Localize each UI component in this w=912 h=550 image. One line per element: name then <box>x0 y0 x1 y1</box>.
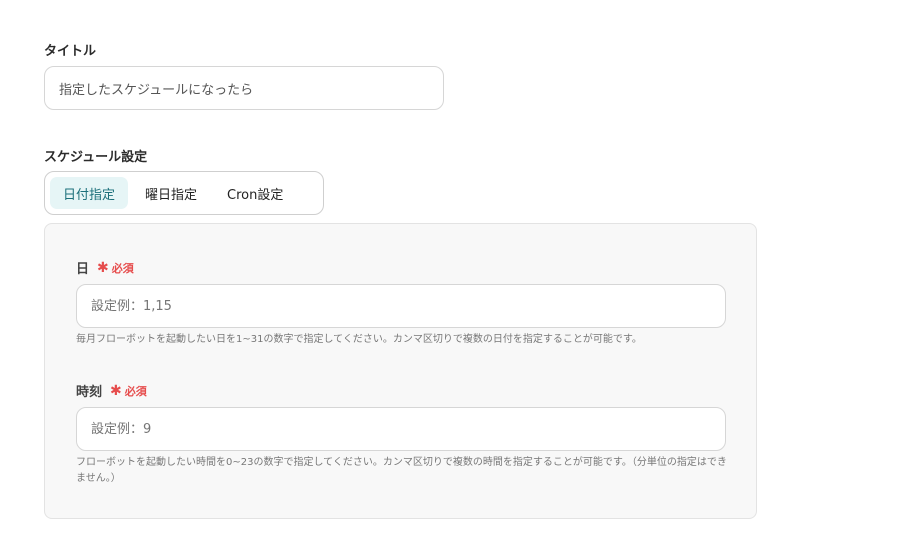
tab-cron[interactable]: Cron設定 <box>214 177 296 209</box>
required-text: 必須 <box>111 261 134 275</box>
required-badge: ✱ 必須 <box>97 260 134 276</box>
time-input[interactable] <box>76 407 726 451</box>
title-label: タイトル <box>44 44 97 59</box>
tab-weekday[interactable]: 曜日指定 <box>132 177 210 209</box>
time-field-label-row: 時刻 ✱ 必須 <box>76 381 147 401</box>
tab-date[interactable]: 日付指定 <box>50 177 129 209</box>
schedule-settings-label: スケジュール設定 <box>44 150 148 165</box>
required-badge: ✱ 必須 <box>110 383 147 399</box>
schedule-trigger-form: タイトル スケジュール設定 日付指定 曜日指定 Cron設定 日 ✱ 必須 毎月… <box>0 0 912 550</box>
time-label: 時刻 <box>76 385 103 400</box>
date-settings-panel: 日 ✱ 必須 毎月フローボットを起動したい日を1~31の数字で指定してください。… <box>44 223 757 519</box>
required-star-icon: ✱ <box>110 382 122 399</box>
required-star-icon: ✱ <box>97 259 109 276</box>
day-field-label-row: 日 ✱ 必須 <box>76 258 134 278</box>
required-text: 必須 <box>124 384 147 398</box>
time-help-text: フローボットを起動したい時間を0~23の数字で指定してください。カンマ区切りで複… <box>76 457 727 484</box>
title-input[interactable] <box>44 66 444 110</box>
schedule-type-tabs: 日付指定 曜日指定 Cron設定 <box>44 171 324 215</box>
day-input[interactable] <box>76 284 726 328</box>
day-label: 日 <box>76 262 90 277</box>
day-help-text: 毎月フローボットを起動したい日を1~31の数字で指定してください。カンマ区切りで… <box>76 334 642 345</box>
